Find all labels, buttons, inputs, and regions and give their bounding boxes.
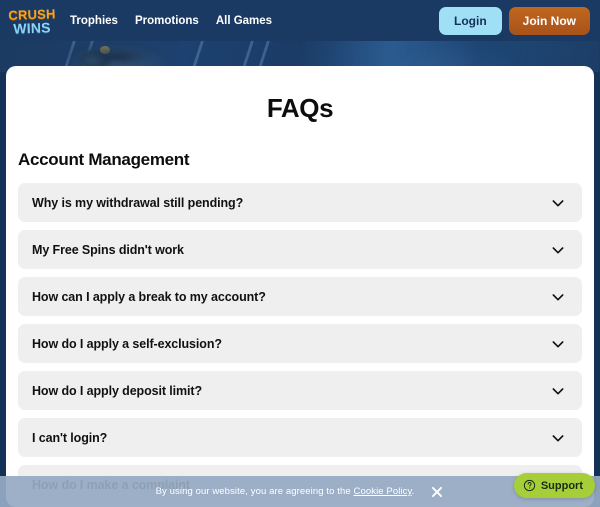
cookie-message: By using our website, you are agreeing t…: [156, 486, 415, 497]
faq-item[interactable]: How can I apply a break to my account?: [18, 277, 582, 316]
support-label: Support: [540, 479, 583, 492]
join-now-button[interactable]: Join Now: [508, 6, 590, 35]
faq-question: How can I apply a break to my account?: [32, 289, 266, 304]
close-icon[interactable]: [430, 485, 444, 499]
faq-accordion-list: Why is my withdrawal still pending? My F…: [6, 183, 594, 504]
cookie-policy-link[interactable]: Cookie Policy: [354, 486, 412, 497]
chevron-down-icon[interactable]: [550, 242, 566, 258]
faq-item[interactable]: My Free Spins didn't work: [18, 230, 582, 269]
faq-item[interactable]: How do I apply a self-exclusion?: [18, 324, 582, 363]
chevron-down-icon[interactable]: [550, 383, 566, 399]
chevron-down-icon[interactable]: [550, 336, 566, 352]
faq-content-card: FAQs Account Management Why is my withdr…: [6, 66, 594, 507]
cookie-consent-banner: By using our website, you are agreeing t…: [0, 476, 600, 507]
nav-link-all-games[interactable]: All Games: [216, 15, 272, 27]
site-logo[interactable]: CRUSH WINS: [6, 4, 58, 38]
hero-glint-graphic: [100, 46, 110, 54]
faq-item[interactable]: How do I apply deposit limit?: [18, 371, 582, 410]
support-widget-button[interactable]: Support: [513, 473, 595, 498]
faq-question: How do I apply a self-exclusion?: [32, 336, 222, 351]
faq-question: I can't login?: [32, 430, 108, 445]
faq-question: Why is my withdrawal still pending?: [32, 195, 244, 210]
login-button[interactable]: Login: [439, 6, 502, 35]
chevron-down-icon[interactable]: [550, 195, 566, 211]
cookie-message-text: By using our website, you are agreeing t…: [155, 486, 351, 497]
cookie-message-period: .: [411, 486, 415, 497]
logo-text-wins: WINS: [13, 18, 51, 37]
primary-nav: Trophies Promotions All Games: [70, 15, 272, 27]
nav-link-trophies[interactable]: Trophies: [70, 15, 118, 27]
chevron-down-icon[interactable]: [550, 430, 566, 446]
page-title: FAQs: [266, 93, 334, 123]
faq-question: My Free Spins didn't work: [32, 242, 184, 257]
nav-link-promotions[interactable]: Promotions: [135, 15, 199, 27]
question-circle-icon: [523, 479, 535, 492]
section-title-account-management: Account Management: [18, 150, 190, 169]
faq-item[interactable]: I can't login?: [18, 418, 582, 457]
faq-item[interactable]: Why is my withdrawal still pending?: [18, 183, 582, 222]
faq-question: How do I apply deposit limit?: [32, 383, 203, 398]
chevron-down-icon[interactable]: [550, 289, 566, 305]
top-navigation-bar: CRUSH WINS Trophies Promotions All Games…: [0, 0, 600, 41]
account-actions: Login Join Now: [439, 6, 590, 35]
